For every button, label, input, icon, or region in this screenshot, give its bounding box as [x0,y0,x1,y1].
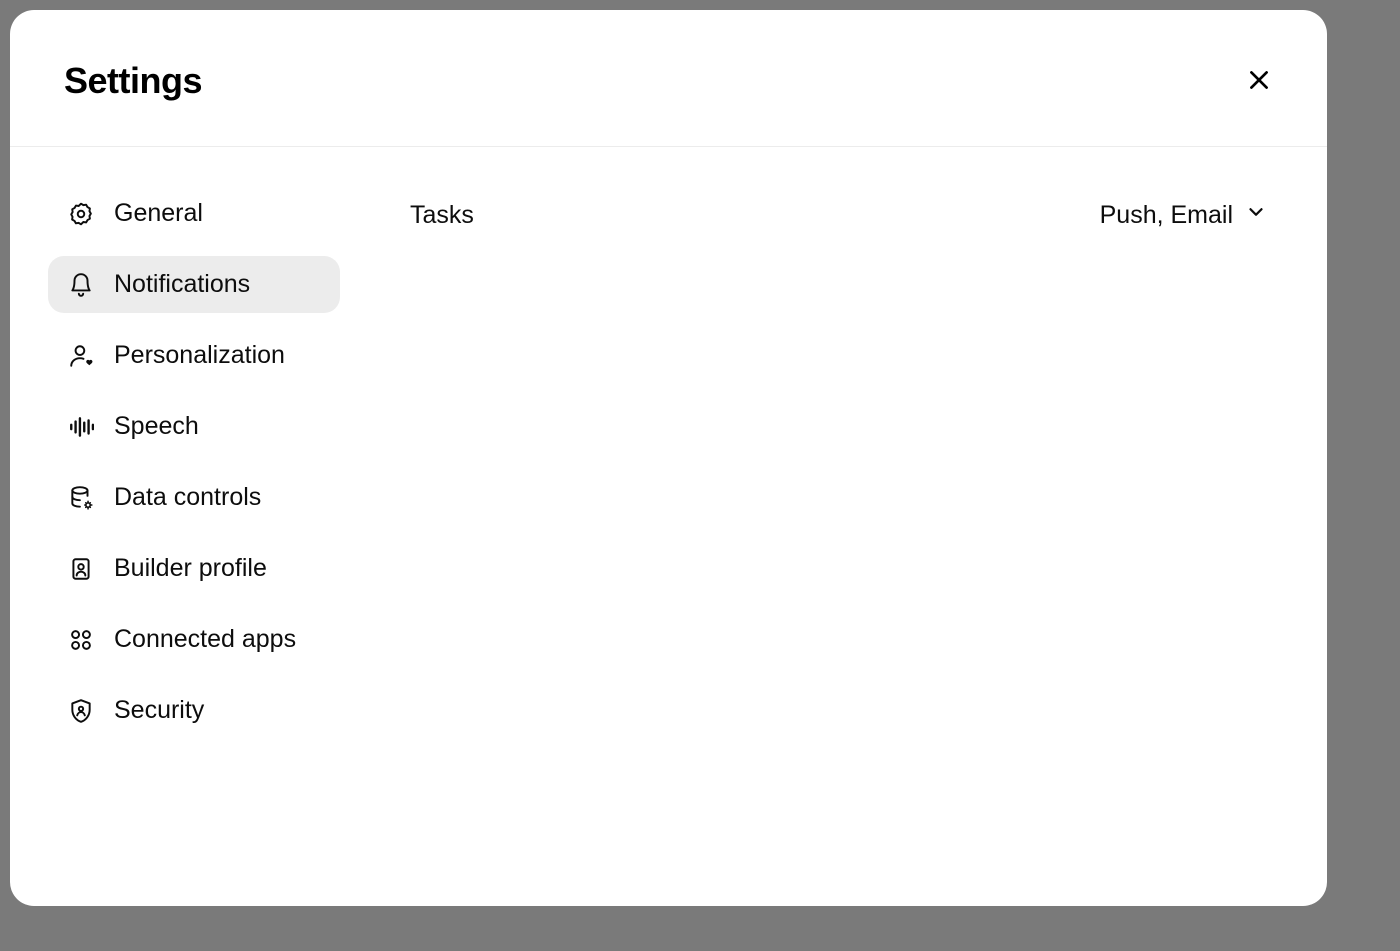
gear-icon [68,201,94,227]
sidebar-item-personalization[interactable]: Personalization [48,327,340,384]
sidebar-item-label: Notifications [114,270,250,299]
setting-value-text: Push, Email [1100,201,1233,230]
sidebar-item-label: Data controls [114,483,261,512]
shield-person-icon [68,698,94,724]
sidebar-item-general[interactable]: General [48,185,340,242]
modal-title: Settings [64,60,202,102]
close-button[interactable] [1239,61,1279,101]
setting-label: Tasks [410,201,474,230]
settings-sidebar: General Notifications [10,147,370,906]
waveform-icon [68,414,94,440]
settings-content: Tasks Push, Email [370,147,1327,906]
sidebar-item-speech[interactable]: Speech [48,398,340,455]
sidebar-item-data-controls[interactable]: Data controls [48,469,340,526]
sidebar-item-security[interactable]: Security [48,682,340,739]
settings-modal: Settings General [10,10,1327,906]
apps-grid-icon [68,627,94,653]
sidebar-item-builder-profile[interactable]: Builder profile [48,540,340,597]
tasks-notification-dropdown[interactable]: Push, Email [1100,201,1267,230]
sidebar-item-connected-apps[interactable]: Connected apps [48,611,340,668]
modal-body: General Notifications [10,147,1327,906]
sidebar-item-label: General [114,199,203,228]
sidebar-item-notifications[interactable]: Notifications [48,256,340,313]
sidebar-item-label: Personalization [114,341,285,370]
modal-header: Settings [10,10,1327,147]
id-card-icon [68,556,94,582]
sidebar-item-label: Builder profile [114,554,267,583]
chevron-down-icon [1245,201,1267,230]
bell-icon [68,272,94,298]
database-gear-icon [68,485,94,511]
sidebar-item-label: Speech [114,412,199,441]
setting-row-tasks: Tasks Push, Email [410,195,1267,236]
sidebar-item-label: Security [114,696,204,725]
sidebar-item-label: Connected apps [114,625,296,654]
close-icon [1246,67,1272,96]
person-heart-icon [68,343,94,369]
